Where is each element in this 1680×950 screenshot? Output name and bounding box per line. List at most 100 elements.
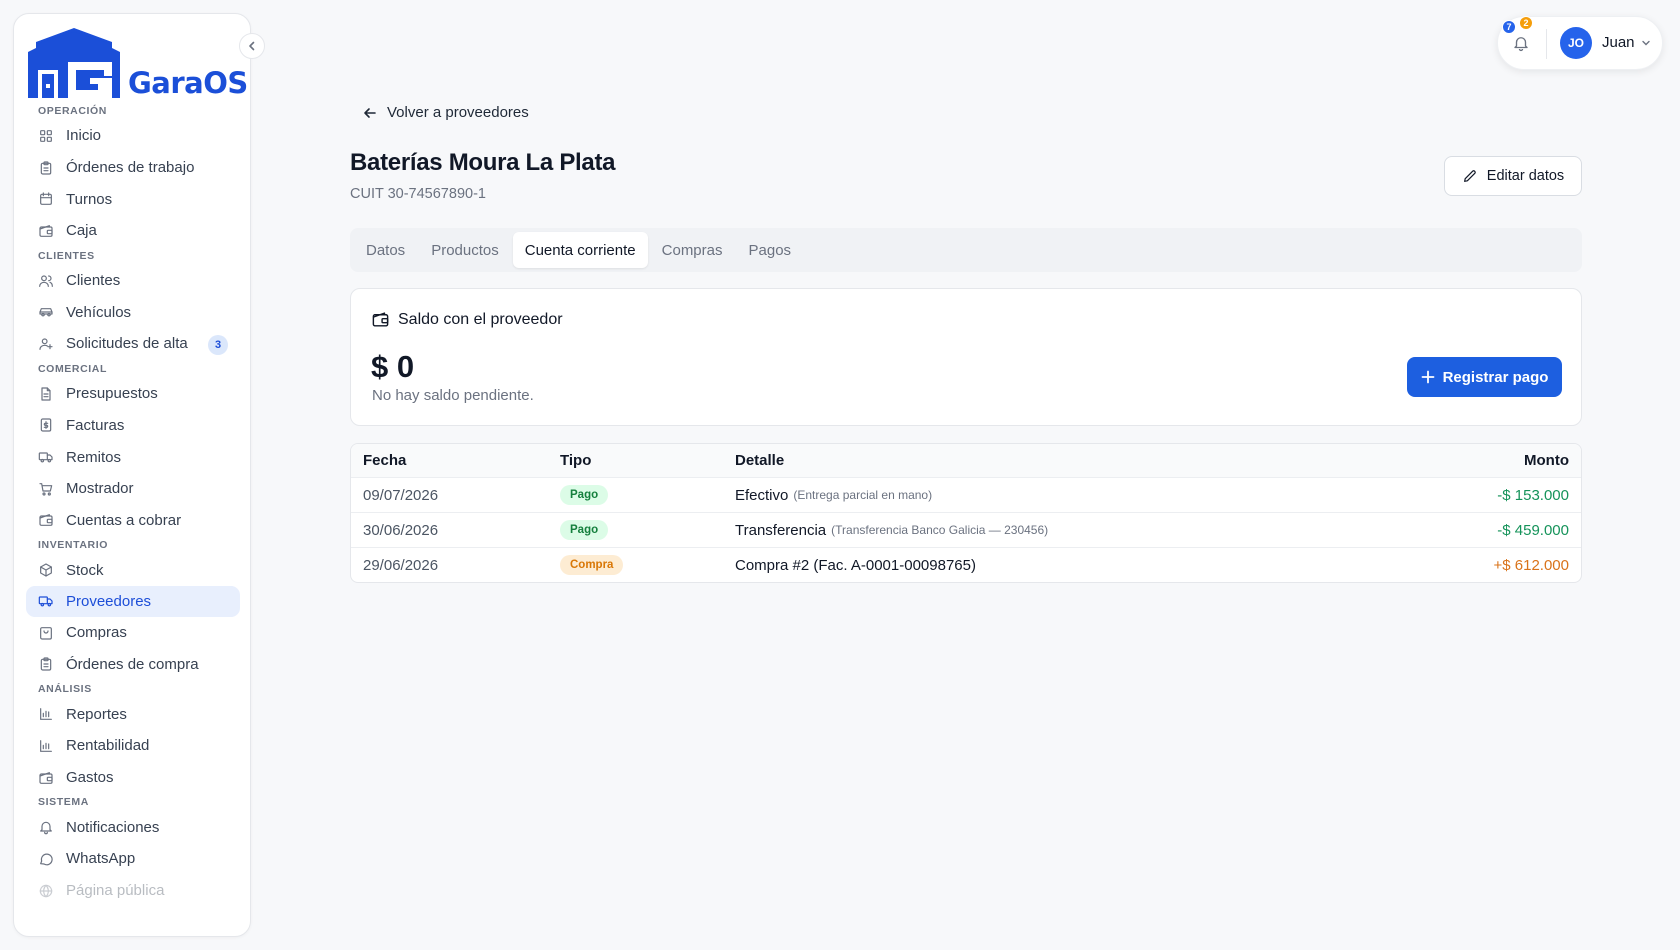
bar-chart-icon [40, 708, 52, 721]
receipt-icon [40, 418, 52, 432]
table-header-row: Fecha Tipo Detalle Monto [351, 444, 1581, 477]
cell-tipo: Pago [560, 513, 609, 547]
sidebar-item-label: Remitos [66, 448, 122, 466]
bell-icon [40, 821, 52, 835]
tab-cuenta-corriente[interactable]: Cuenta corriente [512, 232, 648, 268]
sidebar-item-ordenes-de-trabajo[interactable]: Órdenes de trabajo [26, 152, 240, 184]
wallet-icon [39, 224, 53, 237]
cell-tipo: Compra [560, 548, 624, 582]
bar-chart-icon [40, 739, 52, 752]
sidebar-item-label: Página pública [66, 882, 165, 900]
column-header-detalle[interactable]: Detalle [735, 444, 784, 477]
chevron-down-icon[interactable] [1641, 38, 1651, 48]
back-to-suppliers-link[interactable]: Volver a proveedores [362, 104, 529, 121]
detail-text: Efectivo [735, 486, 789, 504]
tab-productos[interactable]: Productos [419, 232, 511, 268]
column-header-fecha[interactable]: Fecha [363, 444, 406, 477]
arrow-left-icon [364, 107, 376, 118]
sidebar-item-remitos[interactable]: Remitos [26, 441, 240, 473]
sidebar-item-ordenes-de-compra[interactable]: Órdenes de compra [26, 649, 240, 681]
car-icon [39, 308, 53, 317]
cell-detalle: Compra #2 (Fac. A-0001-00098765) [735, 548, 976, 582]
sidebar-item-label: Notificaciones [66, 818, 160, 836]
file-text-icon [41, 387, 51, 401]
grid-icon [40, 129, 52, 142]
sidebar-item-label: Caja [66, 222, 97, 240]
sidebar-item-label: Presupuestos [66, 385, 158, 403]
sidebar-item-inicio[interactable]: Inicio [26, 120, 240, 152]
sidebar-item-whatsapp[interactable]: WhatsApp [26, 843, 240, 875]
chevron-left-icon [249, 41, 255, 51]
sidebar-item-label: Proveedores [66, 592, 152, 610]
sidebar-item-clientes[interactable]: Clientes [26, 265, 240, 297]
balance-heading: Saldo con el proveedor [371, 310, 563, 329]
notifications-button[interactable] [1512, 34, 1530, 52]
cell-detalle: Transferencia (Transferencia Banco Galici… [735, 513, 1048, 547]
wallet-icon [372, 312, 389, 327]
sidebar-nav: OPERACIÓN Inicio Órdenes de trabajo Turnos C… [26, 102, 240, 906]
sidebar-item-solicitudes-de-alta[interactable]: Solicitudes de alta 3 [26, 328, 240, 360]
type-badge: Compra [560, 555, 624, 575]
wallet-icon [39, 514, 53, 527]
users-icon [39, 274, 53, 287]
avatar[interactable]: JO [1560, 27, 1592, 59]
sidebar-section-clientes: CLIENTES [38, 249, 95, 262]
sidebar-item-reportes[interactable]: Reportes [26, 698, 240, 730]
table-row[interactable]: 29/06/2026 Compra Compra #2 (Fac. A-0001-0… [351, 547, 1581, 582]
sidebar-item-compras[interactable]: Compras [26, 617, 240, 649]
sidebar-item-label: Reportes [66, 705, 127, 723]
garaos-logo[interactable]: GaraOS [26, 26, 250, 100]
sidebar-item-mostrador[interactable]: Mostrador [26, 473, 240, 505]
balance-card: Saldo con el proveedor $ 0 No hay saldo … [350, 288, 1582, 426]
pencil-icon [1463, 170, 1476, 182]
sidebar-item-vehiculos[interactable]: Vehículos [26, 296, 240, 328]
table-row[interactable]: 09/07/2026 Pago Efectivo (Entrega parcial e… [351, 477, 1581, 512]
sidebar-item-cuentas-a-cobrar[interactable]: Cuentas a cobrar [26, 505, 240, 537]
register-payment-button[interactable]: Registrar pago [1407, 357, 1562, 397]
plus-icon [1421, 370, 1434, 384]
sidebar-item-label: Mostrador [66, 480, 134, 498]
tab-compras[interactable]: Compras [650, 232, 735, 268]
cell-monto: -$ 459.000 [1497, 521, 1569, 539]
column-header-tipo[interactable]: Tipo [560, 444, 591, 477]
sidebar-item-facturas[interactable]: Facturas [26, 410, 240, 442]
cart-icon [39, 482, 53, 496]
table-body: 09/07/2026 Pago Efectivo (Entrega parcial e… [351, 477, 1581, 582]
sidebar-item-stock[interactable]: Stock [26, 554, 240, 586]
detail-note: (Entrega parcial en mano) [793, 488, 933, 502]
sidebar-item-rentabilidad[interactable]: Rentabilidad [26, 730, 240, 762]
cell-detalle: Efectivo (Entrega parcial en mano) [735, 478, 932, 512]
sidebar-item-turnos[interactable]: Turnos [26, 183, 240, 215]
sidebar-section-sistema: SISTEMA [38, 796, 89, 809]
detail-note: (Transferencia Banco Galicia — 230456) [831, 523, 1049, 537]
sidebar-item-presupuestos[interactable]: Presupuestos [26, 378, 240, 410]
truck-icon [38, 596, 53, 607]
sidebar-item-pagina-publica[interactable]: Página pública [26, 875, 240, 907]
sidebar-item-gastos[interactable]: Gastos [26, 762, 240, 794]
tab-pagos[interactable]: Pagos [737, 232, 804, 268]
sidebar-item-label: WhatsApp [66, 850, 136, 868]
cell-monto: -$ 153.000 [1497, 486, 1569, 504]
user-name[interactable]: Juan [1602, 34, 1635, 51]
collapse-sidebar-button[interactable] [239, 33, 265, 59]
sidebar-item-caja[interactable]: Caja [26, 215, 240, 247]
sidebar-item-label: Gastos [66, 769, 114, 787]
sidebar-section-operacion: OPERACIÓN [38, 105, 107, 117]
tab-bar: Datos Productos Cuenta corriente Compras Pag… [350, 228, 1582, 272]
sidebar-item-proveedores[interactable]: Proveedores [26, 585, 240, 617]
calendar-icon [40, 192, 52, 206]
sidebar: GaraOS OPERACIÓN Inicio Órdenes de trabajo… [13, 13, 251, 937]
balance-heading-text: Saldo con el proveedor [398, 310, 563, 328]
table-row[interactable]: 30/06/2026 Pago Transferencia (Transferenci… [351, 512, 1581, 547]
brand-name: GaraOS [128, 66, 248, 100]
balance-amount: $ 0 [371, 349, 415, 384]
sidebar-item-notificaciones[interactable]: Notificaciones [26, 811, 240, 843]
wallet-icon [39, 771, 53, 784]
type-badge: Pago [560, 520, 609, 540]
edit-data-button[interactable]: Editar datos [1444, 156, 1582, 196]
shopping-bag-icon [40, 626, 52, 640]
column-header-monto[interactable]: Monto [1524, 444, 1569, 477]
clipboard-icon [40, 657, 52, 672]
tab-datos[interactable]: Datos [354, 232, 417, 268]
sidebar-item-label: Rentabilidad [66, 737, 150, 755]
